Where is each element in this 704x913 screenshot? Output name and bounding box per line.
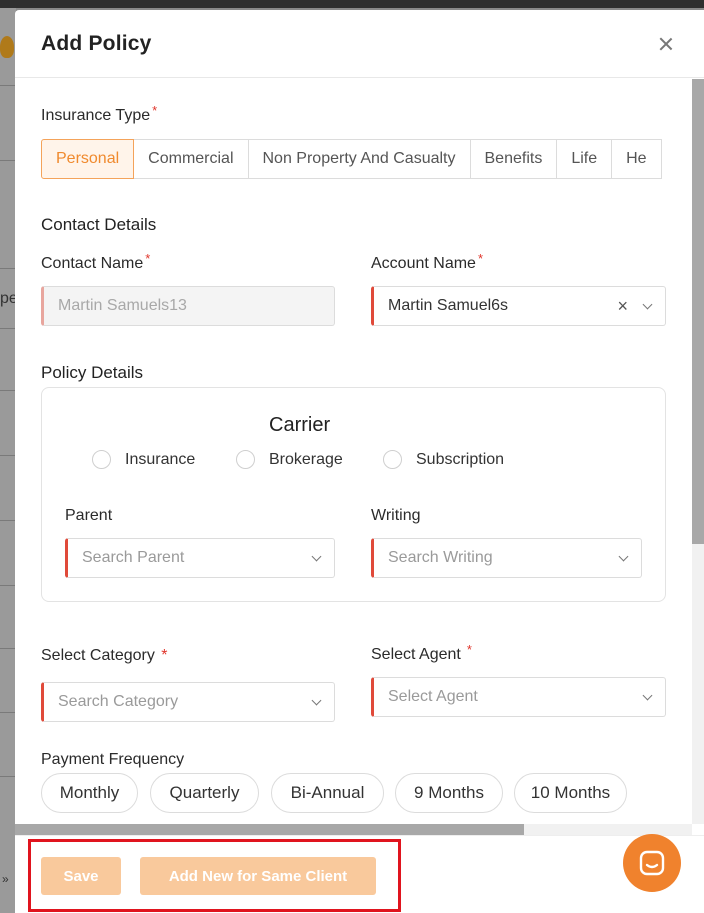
backdrop-divider bbox=[0, 390, 16, 391]
tab-non-property-and-casualty[interactable]: Non Property And Casualty bbox=[248, 139, 471, 179]
frequency-bi-annual[interactable]: Bi-Annual bbox=[271, 773, 384, 813]
carrier-title: Carrier bbox=[269, 414, 331, 436]
tab-commercial[interactable]: Commercial bbox=[134, 139, 249, 179]
horizontal-scrollbar-thumb[interactable] bbox=[15, 824, 524, 835]
agent-select[interactable]: Select Agent bbox=[371, 677, 666, 717]
category-search-select[interactable]: Search Category bbox=[41, 682, 335, 722]
frequency-10-months[interactable]: 10 Months bbox=[514, 773, 627, 813]
backdrop-strip bbox=[0, 8, 16, 913]
backdrop-topbar bbox=[0, 0, 704, 8]
chevron-down-icon bbox=[642, 690, 653, 700]
chevron-down-icon bbox=[618, 551, 629, 561]
chevron-down-icon bbox=[311, 551, 322, 561]
modal-title: Add Policy bbox=[41, 31, 152, 55]
add-new-for-same-client-button[interactable]: Add New for Same Client bbox=[140, 857, 376, 895]
backdrop-divider bbox=[0, 585, 16, 586]
radio-subscription[interactable]: Subscription bbox=[383, 450, 504, 469]
chevron-down-icon bbox=[642, 299, 653, 309]
modal-footer: Save Add New for Same Client bbox=[15, 834, 704, 913]
radio-icon[interactable] bbox=[92, 450, 111, 469]
backdrop-divider bbox=[0, 328, 16, 329]
required-mark: * bbox=[161, 647, 168, 664]
tab-health[interactable]: He bbox=[612, 139, 662, 179]
radio-icon[interactable] bbox=[236, 450, 255, 469]
required-mark: * bbox=[466, 642, 472, 657]
backdrop-divider bbox=[0, 776, 16, 777]
close-icon[interactable] bbox=[658, 36, 674, 52]
payment-frequency-label: Payment Frequency bbox=[41, 751, 185, 768]
parent-search-select[interactable]: Search Parent bbox=[65, 538, 335, 578]
backdrop-divider bbox=[0, 520, 16, 521]
backdrop-divider bbox=[0, 648, 16, 649]
contact-name-label: Contact Name * bbox=[41, 251, 151, 272]
radio-brokerage[interactable]: Brokerage bbox=[236, 450, 343, 469]
agent-label: Select Agent * bbox=[371, 642, 472, 663]
chat-launcher-button[interactable] bbox=[623, 834, 681, 892]
save-button[interactable]: Save bbox=[41, 857, 121, 895]
contact-details-title: Contact Details bbox=[41, 215, 157, 234]
backdrop-divider bbox=[0, 455, 16, 456]
frequency-9-months[interactable]: 9 Months bbox=[395, 773, 503, 813]
backdrop-divider bbox=[0, 268, 16, 269]
backdrop-divider bbox=[0, 712, 16, 713]
add-policy-modal: Add Policy Insurance Type * Personal Comm… bbox=[15, 10, 704, 913]
modal-header: Add Policy bbox=[15, 10, 704, 78]
required-mark: * bbox=[152, 103, 158, 118]
flame-icon bbox=[0, 36, 14, 58]
account-name-label: Account Name * bbox=[371, 251, 483, 272]
writing-search-select[interactable]: Search Writing bbox=[371, 538, 642, 578]
account-name-select[interactable]: Martin Samuel6s × bbox=[371, 286, 666, 326]
backdrop-divider bbox=[0, 160, 16, 161]
insurance-type-tabs: Personal Commercial Non Property And Cas… bbox=[41, 139, 662, 179]
backdrop-divider bbox=[0, 85, 16, 86]
radio-icon[interactable] bbox=[383, 450, 402, 469]
radio-insurance[interactable]: Insurance bbox=[92, 450, 195, 469]
contact-name-input[interactable]: Martin Samuels13 bbox=[41, 286, 335, 326]
parent-label: Parent bbox=[65, 507, 113, 524]
vertical-scrollbar-thumb[interactable] bbox=[692, 79, 704, 544]
clear-icon[interactable]: × bbox=[617, 297, 628, 315]
modal-body[interactable]: Insurance Type * Personal Commercial Non … bbox=[15, 79, 692, 824]
tab-personal[interactable]: Personal bbox=[41, 139, 135, 179]
insurance-type-label: Insurance Type * bbox=[41, 103, 158, 124]
chat-icon bbox=[639, 850, 665, 876]
policy-details-title: Policy Details bbox=[41, 363, 144, 382]
category-label: Select Category * bbox=[41, 647, 168, 664]
writing-label: Writing bbox=[371, 507, 421, 524]
backdrop-chevron: » bbox=[2, 872, 9, 886]
frequency-quarterly[interactable]: Quarterly bbox=[150, 773, 259, 813]
tab-life[interactable]: Life bbox=[557, 139, 613, 179]
required-mark: * bbox=[145, 251, 151, 266]
required-mark: * bbox=[477, 251, 483, 266]
tab-benefits[interactable]: Benefits bbox=[470, 139, 558, 179]
policy-details-box: Carrier Insurance Brokerage Subscription… bbox=[41, 387, 666, 602]
frequency-monthly[interactable]: Monthly bbox=[41, 773, 138, 813]
chevron-down-icon bbox=[311, 695, 322, 705]
